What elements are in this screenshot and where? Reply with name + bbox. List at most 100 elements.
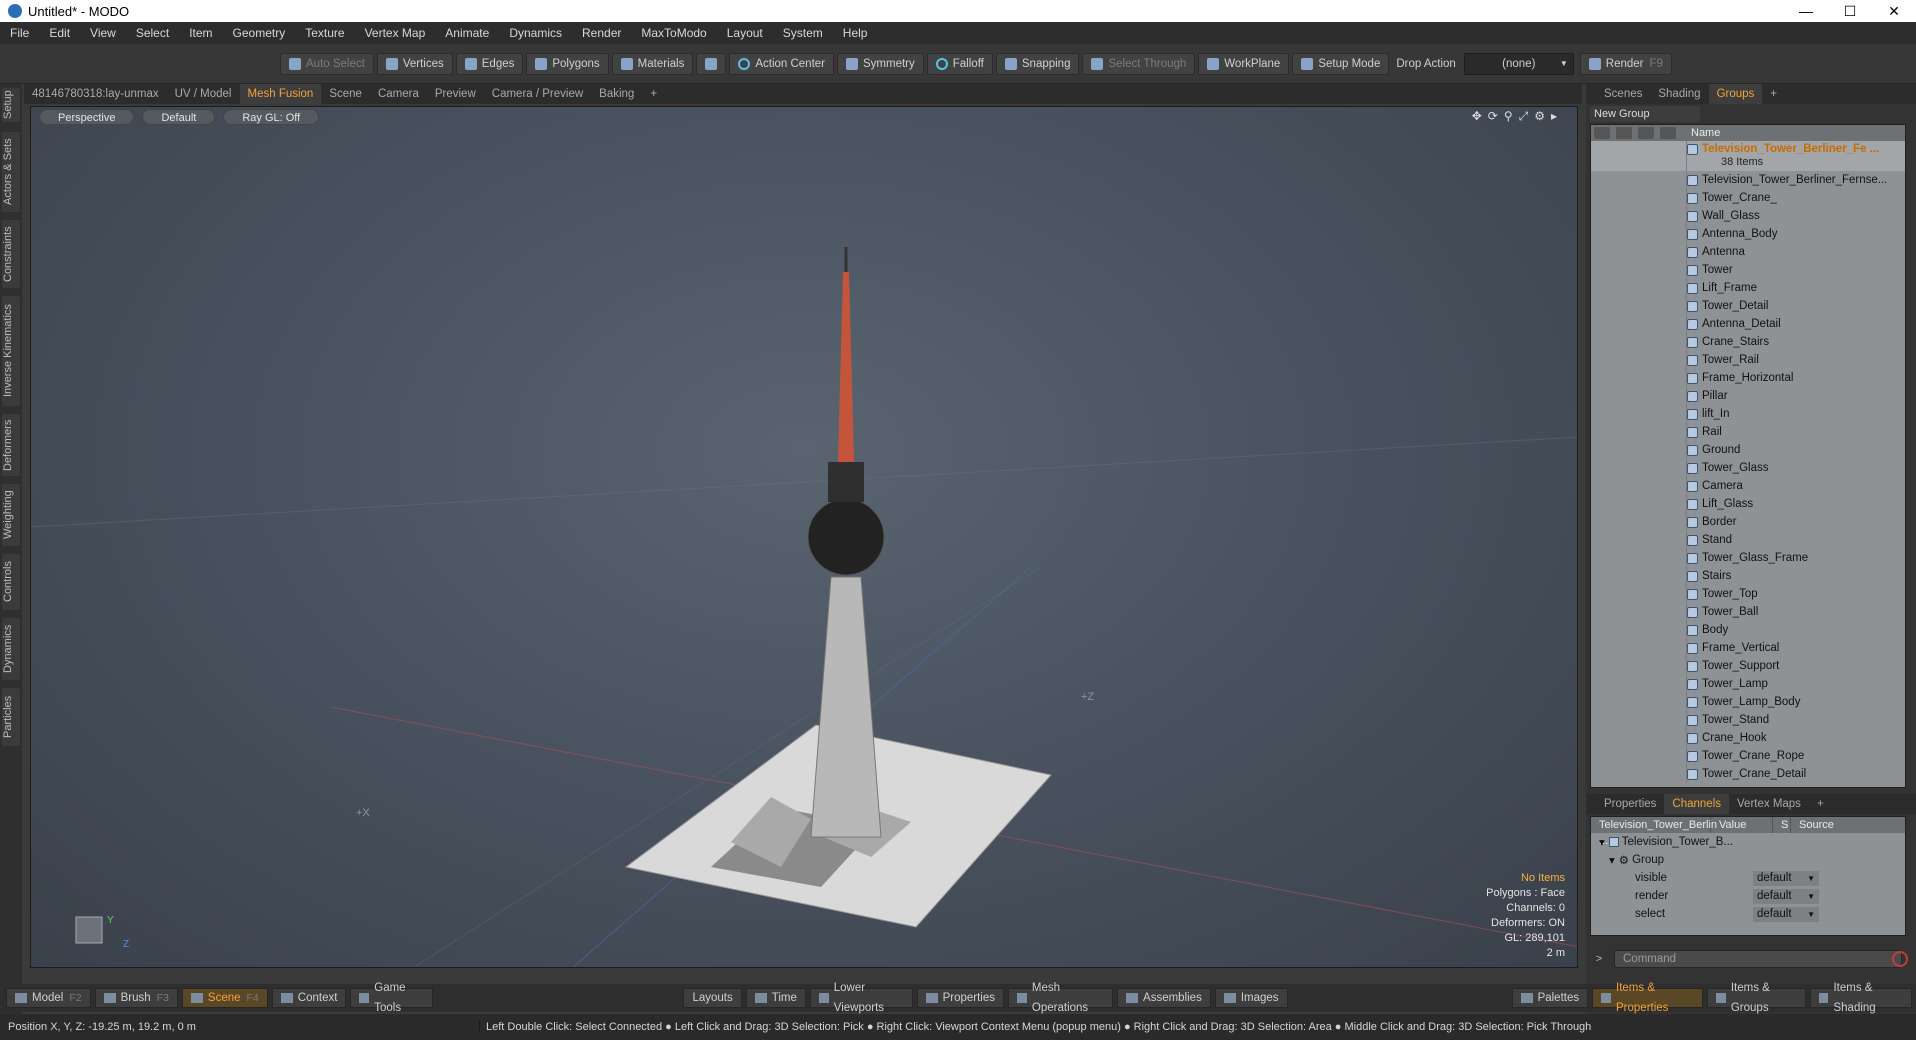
tab-groups[interactable]: Groups — [1708, 84, 1763, 104]
edges-button[interactable]: Edges — [455, 52, 524, 75]
menu-select[interactable]: Select — [126, 26, 179, 40]
maximize-button[interactable]: ☐ — [1828, 3, 1872, 20]
setup-mode-button[interactable]: Setup Mode — [1292, 52, 1390, 75]
group-item-row[interactable]: Body — [1591, 621, 1905, 639]
group-item-row[interactable]: Tower_Glass_Frame — [1591, 549, 1905, 567]
menu-render[interactable]: Render — [572, 26, 631, 40]
add-tab-button[interactable]: + — [1809, 794, 1832, 814]
workplane-button[interactable]: WorkPlane — [1198, 52, 1290, 75]
group-item-row[interactable]: Antenna_Detail — [1591, 315, 1905, 333]
items-properties-button[interactable]: Items & Properties — [1592, 982, 1703, 1014]
group-item-row[interactable]: Crane_Hook — [1591, 729, 1905, 747]
lock-icon[interactable] — [1638, 127, 1654, 139]
group-item-row[interactable]: Pillar — [1591, 387, 1905, 405]
menu-maxtomodo[interactable]: MaxToModo — [631, 26, 716, 40]
group-item-row[interactable]: Tower_Detail — [1591, 297, 1905, 315]
eye-icon[interactable] — [1594, 127, 1610, 139]
context-button[interactable]: Context — [271, 988, 347, 1008]
close-button[interactable]: ✕ — [1872, 3, 1916, 20]
command-expand-icon[interactable]: > — [1590, 950, 1608, 968]
group-item-row[interactable]: Tower_Glass — [1591, 459, 1905, 477]
items-shading-button[interactable]: Items & Shading — [1809, 982, 1912, 1014]
group-item-row[interactable]: Border — [1591, 513, 1905, 531]
tab-actors-sets[interactable]: Actors & Sets — [2, 132, 20, 212]
tab-lay-unmax[interactable]: 48146780318:lay-unmax — [24, 84, 167, 104]
time-button[interactable]: Time — [745, 988, 806, 1008]
group-item-row[interactable]: Frame_Horizontal — [1591, 369, 1905, 387]
tab-channels[interactable]: Channels — [1664, 794, 1730, 814]
menu-vertex-map[interactable]: Vertex Map — [355, 26, 436, 40]
3d-viewport[interactable]: +X +Z Y Z Perspective Default Ray GL: Of… — [30, 106, 1578, 968]
channel-row[interactable]: visible default ▼ — [1591, 869, 1905, 887]
snapping-button[interactable]: Snapping — [995, 52, 1080, 75]
tab-scene[interactable]: Scene — [321, 84, 370, 104]
channel-value-select[interactable]: default ▼ — [1753, 906, 1819, 922]
tab-baking[interactable]: Baking — [591, 84, 642, 104]
drop-action-select[interactable]: (none) ▼ — [1463, 52, 1574, 75]
model-layout-button[interactable]: Model F2 — [6, 988, 91, 1008]
game-tools-button[interactable]: Game Tools — [350, 982, 434, 1014]
group-item-row[interactable]: Antenna_Body — [1591, 225, 1905, 243]
mesh-operations-button[interactable]: Mesh Operations — [1008, 982, 1114, 1014]
tab-uv-model[interactable]: UV / Model — [167, 84, 240, 104]
lower-viewports-button[interactable]: Lower Viewports — [809, 982, 913, 1014]
group-item-row[interactable]: Stand — [1591, 531, 1905, 549]
channel-row[interactable]: render default ▼ — [1591, 887, 1905, 905]
channel-row[interactable]: select default ▼ — [1591, 905, 1905, 923]
polygons-button[interactable]: Polygons — [526, 52, 609, 75]
viewport-nav-icons[interactable]: ✥⟳⚲⤢⚙▸ — [1472, 109, 1563, 124]
tab-inverse-kinematics[interactable]: Inverse Kinematics — [2, 296, 20, 406]
tab-constraints[interactable]: Constraints — [2, 220, 20, 288]
group-item-row[interactable]: Tower_Rail — [1591, 351, 1905, 369]
assemblies-button[interactable]: Assemblies — [1117, 988, 1211, 1008]
group-item-row[interactable]: Tower_Stand — [1591, 711, 1905, 729]
group-item-row[interactable]: Tower_Crane_ — [1591, 189, 1905, 207]
symmetry-button[interactable]: Symmetry — [837, 52, 924, 75]
render-toggle-icon[interactable] — [1616, 127, 1632, 139]
falloff-button[interactable]: Falloff — [926, 52, 993, 75]
group-item-row[interactable]: Frame_Vertical — [1591, 639, 1905, 657]
menu-system[interactable]: System — [773, 26, 833, 40]
group-item-row[interactable]: Tower_Lamp_Body — [1591, 693, 1905, 711]
selection-mode-button[interactable] — [696, 52, 727, 75]
channel-group-row[interactable]: ▾ ⚙ Group — [1591, 851, 1905, 869]
group-item-row[interactable]: Crane_Stairs — [1591, 333, 1905, 351]
add-tab-button[interactable]: + — [642, 84, 665, 104]
auto-select-button[interactable]: Auto Select — [280, 52, 374, 75]
brush-layout-button[interactable]: Brush F3 — [94, 988, 178, 1008]
group-item-row[interactable]: Camera — [1591, 477, 1905, 495]
tab-shading[interactable]: Shading — [1650, 84, 1708, 104]
items-groups-button[interactable]: Items & Groups — [1706, 982, 1806, 1014]
group-item-row[interactable]: Tower_Support — [1591, 657, 1905, 675]
select-through-button[interactable]: Select Through — [1082, 52, 1196, 75]
menu-geometry[interactable]: Geometry — [223, 26, 296, 40]
group-item-row[interactable]: Tower — [1591, 261, 1905, 279]
menu-dynamics[interactable]: Dynamics — [499, 26, 572, 40]
tab-mesh-fusion[interactable]: Mesh Fusion — [239, 84, 322, 104]
group-item-row[interactable]: Wall_Glass — [1591, 207, 1905, 225]
channel-value-select[interactable]: default ▼ — [1753, 870, 1819, 886]
tab-particles[interactable]: Particles — [2, 688, 20, 746]
new-group-button[interactable]: New Group — [1590, 106, 1700, 122]
group-item-row[interactable]: Tower_Ball — [1591, 603, 1905, 621]
command-record-icon[interactable] — [1892, 951, 1908, 967]
menu-help[interactable]: Help — [833, 26, 878, 40]
palettes-button[interactable]: Palettes — [1511, 988, 1589, 1008]
vertices-button[interactable]: Vertices — [376, 52, 453, 75]
group-item-row[interactable]: Tower_Top — [1591, 585, 1905, 603]
menu-item[interactable]: Item — [179, 26, 222, 40]
menu-layout[interactable]: Layout — [717, 26, 773, 40]
tab-vertex-maps[interactable]: Vertex Maps — [1729, 794, 1809, 814]
action-center-button[interactable]: Action Center — [729, 52, 835, 75]
tab-scenes[interactable]: Scenes — [1596, 84, 1650, 104]
tab-controls[interactable]: Controls — [2, 554, 20, 610]
group-item-row[interactable]: Tower_Crane_Detail — [1591, 765, 1905, 783]
channel-value-select[interactable]: default ▼ — [1753, 888, 1819, 904]
perspective-button[interactable]: Perspective — [39, 109, 135, 125]
images-button[interactable]: Images — [1214, 988, 1288, 1008]
group-item-row[interactable]: Lift_Glass — [1591, 495, 1905, 513]
scene-layout-button[interactable]: Scene F4 — [181, 988, 268, 1008]
render-button[interactable]: Render F9 — [1579, 52, 1672, 75]
menu-view[interactable]: View — [80, 26, 126, 40]
group-item-row[interactable]: Lift_Frame — [1591, 279, 1905, 297]
